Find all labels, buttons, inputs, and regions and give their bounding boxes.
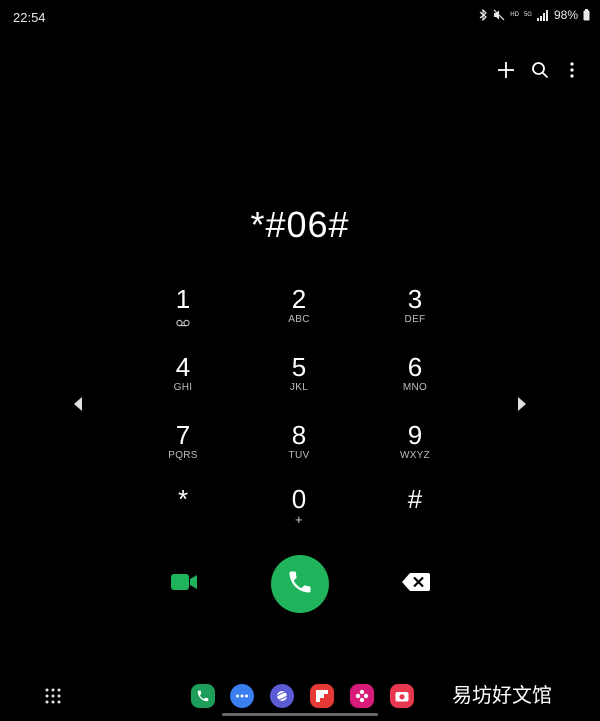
key-letters: PQRS (168, 450, 198, 461)
key-6[interactable]: 6 MNO (360, 352, 470, 412)
key-digit: 6 (407, 352, 423, 382)
status-time: 22:54 (13, 10, 46, 25)
key-0[interactable]: 0 + (244, 484, 354, 544)
key-letters: ABC (288, 314, 310, 325)
status-bar: 22:54 HD 5G 98% (0, 0, 600, 32)
key-digit: 7 (175, 420, 191, 450)
arrow-right-icon (516, 397, 528, 416)
home-indicator[interactable] (222, 713, 378, 716)
key-letters: GHI (173, 382, 193, 393)
messages-app-icon[interactable] (230, 684, 254, 708)
key-star[interactable]: * (128, 484, 238, 544)
key-4[interactable]: 4 GHI (128, 352, 238, 412)
key-letters: JKL (289, 382, 309, 393)
move-keypad-left-button[interactable] (72, 396, 88, 416)
key-letters: + (295, 512, 303, 527)
key-digit: 4 (175, 352, 191, 382)
plus-icon (497, 61, 515, 79)
blossom-app-icon[interactable] (350, 684, 374, 708)
voicemail-icon (128, 314, 238, 327)
key-digit: 9 (407, 420, 423, 450)
key-letters: MNO (402, 382, 428, 393)
more-vertical-icon (570, 62, 574, 78)
key-digit: * (177, 484, 189, 514)
call-button[interactable] (271, 555, 329, 613)
key-digit: 3 (407, 284, 423, 314)
key-1[interactable]: 1 (128, 284, 238, 344)
more-options-button[interactable] (560, 58, 584, 82)
battery-icon (583, 9, 590, 21)
key-digit: 8 (291, 420, 307, 450)
key-digit: 0 (291, 484, 307, 514)
key-8[interactable]: 8 TUV (244, 420, 354, 480)
key-digit: 2 (291, 284, 307, 314)
key-letters: DEF (404, 314, 426, 325)
key-3[interactable]: 3 DEF (360, 284, 470, 344)
search-icon (531, 61, 549, 79)
move-keypad-right-button[interactable] (516, 396, 532, 416)
search-button[interactable] (528, 58, 552, 82)
key-5[interactable]: 5 JKL (244, 352, 354, 412)
backspace-icon (401, 572, 431, 597)
phone-icon (286, 568, 314, 601)
video-call-button[interactable] (168, 572, 200, 596)
network-type-indicator: 5G (523, 12, 532, 18)
key-2[interactable]: 2 ABC (244, 284, 354, 344)
phone-app-icon[interactable] (191, 684, 215, 708)
key-hash[interactable]: # (360, 484, 470, 544)
internet-app-icon[interactable] (270, 684, 294, 708)
key-letters: WXYZ (399, 450, 431, 461)
key-digit: # (407, 484, 423, 514)
key-digit: 5 (291, 352, 307, 382)
watermark-text: 易坊好文馆 (452, 683, 552, 707)
camera-app-icon[interactable] (390, 684, 414, 708)
key-7[interactable]: 7 PQRS (128, 420, 238, 480)
arrow-left-icon (72, 397, 84, 416)
flipboard-app-icon[interactable] (310, 684, 334, 708)
hd-indicator: HD (510, 12, 519, 18)
key-digit: 1 (175, 284, 191, 314)
mute-icon (493, 9, 505, 21)
bluetooth-icon (479, 9, 488, 21)
battery-percent: 98% (553, 8, 578, 22)
app-grid-icon[interactable] (45, 688, 61, 709)
video-call-icon (170, 572, 198, 597)
key-9[interactable]: 9 WXYZ (360, 420, 470, 480)
dialed-number[interactable]: *#06# (0, 204, 600, 246)
key-letters: TUV (288, 450, 310, 461)
status-icons: HD 5G 98% (479, 8, 590, 22)
signal-icon (536, 9, 549, 21)
backspace-button[interactable] (400, 572, 432, 597)
add-contact-button[interactable] (494, 58, 518, 82)
